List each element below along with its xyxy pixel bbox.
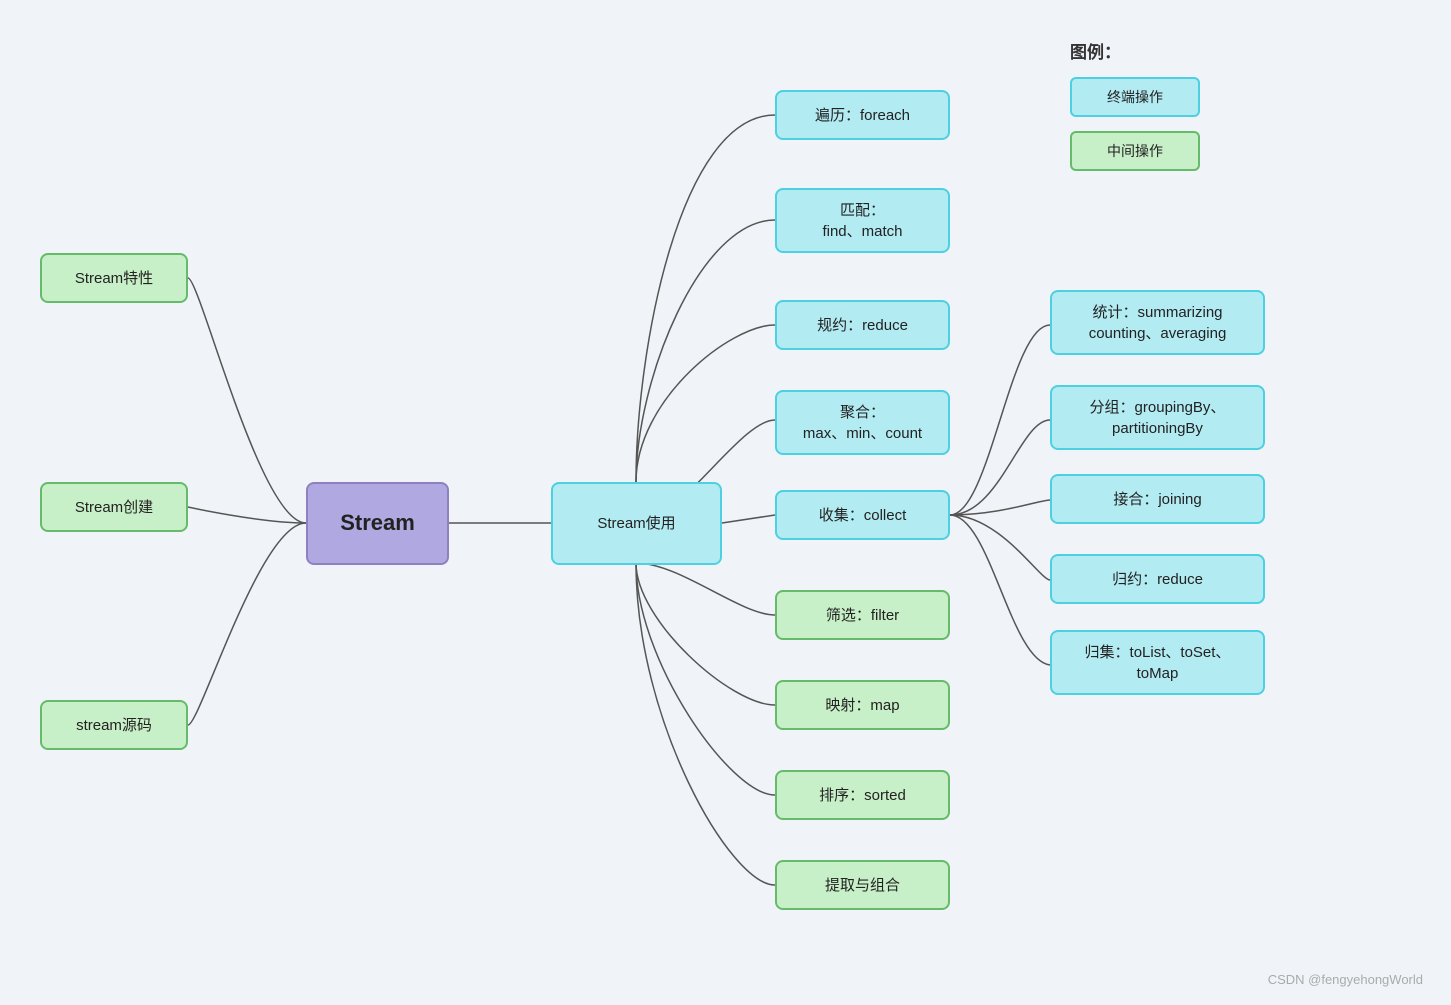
stream-use-node: Stream使用 [551, 482, 722, 565]
join-node: 接合：joining [1050, 474, 1265, 524]
collect-node: 收集：collect [775, 490, 950, 540]
foreach-node: 遍历：foreach [775, 90, 950, 140]
diagram-container: Stream Stream特性 Stream创建 stream源码 Stream… [0, 0, 1451, 1005]
stream-create-node: Stream创建 [40, 482, 188, 532]
center-node: Stream [306, 482, 449, 565]
stream-features-node: Stream特性 [40, 253, 188, 303]
group-node: 分组：groupingBy、 partitioningBy [1050, 385, 1265, 450]
watermark: CSDN @fengyehongWorld [1268, 972, 1423, 987]
reduce-node: 规约：reduce [775, 300, 950, 350]
filter-node: 筛选：filter [775, 590, 950, 640]
combine-node: 提取与组合 [775, 860, 950, 910]
legend-terminal: 终端操作 [1070, 77, 1200, 117]
legend: 图例： 终端操作 中间操作 [1070, 38, 1200, 171]
reduce2-node: 归约：reduce [1050, 554, 1265, 604]
stat-node: 统计：summarizing counting、averaging [1050, 290, 1265, 355]
stream-source-node: stream源码 [40, 700, 188, 750]
findmatch-node: 匹配： find、match [775, 188, 950, 253]
aggregate-node: 聚合： max、min、count [775, 390, 950, 455]
sorted-node: 排序：sorted [775, 770, 950, 820]
map-node: 映射：map [775, 680, 950, 730]
tolist-node: 归集：toList、toSet、 toMap [1050, 630, 1265, 695]
legend-intermediate: 中间操作 [1070, 131, 1200, 171]
legend-title: 图例： [1070, 38, 1200, 63]
